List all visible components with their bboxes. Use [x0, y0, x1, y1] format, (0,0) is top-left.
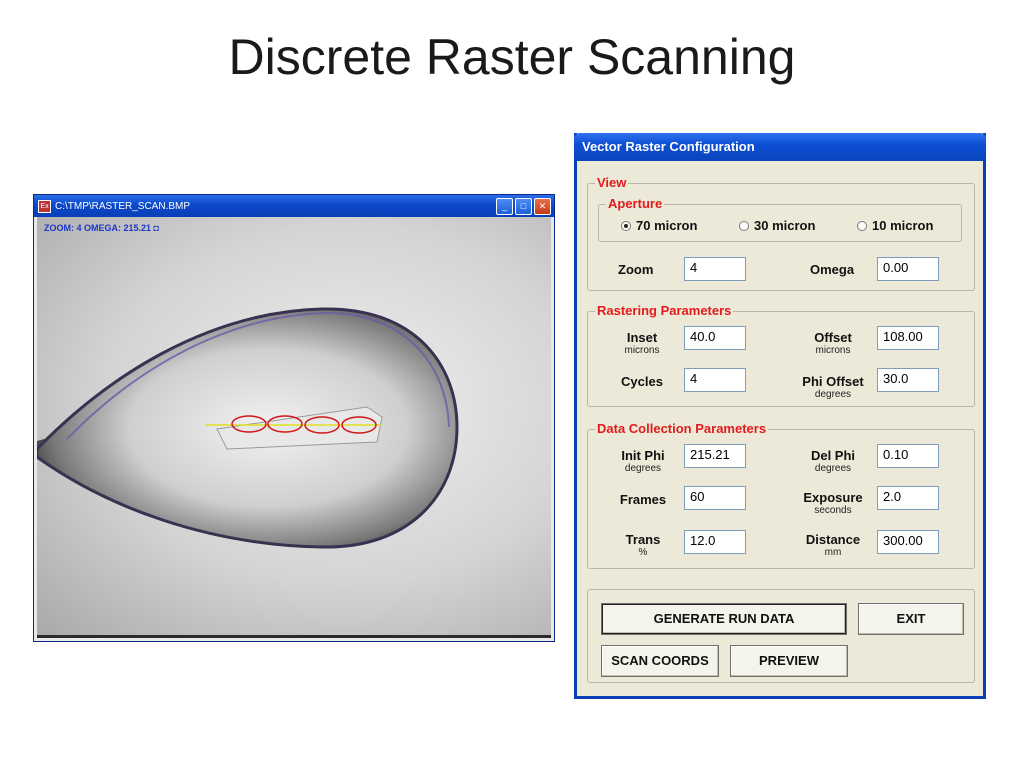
button-panel: GENERATE RUN DATA EXIT SCAN COORDS PREVI… — [587, 589, 975, 683]
image-window-title: C:\TMP\RASTER_SCAN.BMP — [55, 200, 191, 212]
image-viewer-window: Ex C:\TMP\RASTER_SCAN.BMP _ □ ✕ ZOOM: 4 … — [34, 195, 554, 641]
offset-label: Offset microns — [803, 330, 863, 357]
offset-field[interactable]: 108.00 — [877, 326, 939, 350]
cycles-label: Cycles — [621, 374, 663, 389]
frames-label: Frames — [619, 492, 667, 507]
slide-title: Discrete Raster Scanning — [228, 29, 796, 85]
exit-button[interactable]: EXIT — [858, 603, 964, 635]
zoom-label: Zoom — [618, 262, 654, 277]
aperture-legend: Aperture — [606, 196, 665, 212]
image-window-titlebar[interactable]: Ex C:\TMP\RASTER_SCAN.BMP _ □ ✕ — [34, 195, 554, 217]
vector-raster-dialog: Vector Raster Configuration View Apertur… — [574, 133, 986, 699]
rastering-legend: Rastering Parameters — [595, 303, 734, 319]
crystal-image[interactable]: ZOOM: 4 OMEGA: 215.21 ◘ — [37, 217, 551, 635]
inset-unit: microns — [624, 345, 660, 356]
exposure-field[interactable]: 2.0 — [877, 486, 939, 510]
trans-label: Trans % — [608, 532, 678, 559]
aperture-70-label: 70 micron — [636, 218, 698, 233]
phi-offset-field[interactable]: 30.0 — [877, 368, 939, 392]
zoom-omega-readout: ZOOM: 4 OMEGA: 215.21 ◘ — [44, 223, 159, 233]
data-collection-group: Data Collection Parameters Init Phi degr… — [587, 421, 975, 569]
crystal-loop-graphic — [37, 307, 459, 549]
aperture-70-radio[interactable]: 70 micron — [621, 218, 697, 233]
distance-field[interactable]: 300.00 — [877, 530, 939, 554]
omega-field[interactable]: 0.00 — [877, 257, 939, 281]
cycles-field[interactable]: 4 — [684, 368, 746, 392]
dialog-titlebar[interactable]: Vector Raster Configuration — [574, 133, 986, 161]
status-strip — [37, 635, 551, 638]
init-phi-label: Init Phi degrees — [608, 448, 678, 475]
view-group: View Aperture 70 micron 30 micron 10 mic… — [587, 175, 975, 291]
inset-field[interactable]: 40.0 — [684, 326, 746, 350]
del-phi-label: Del Phi degrees — [796, 448, 870, 475]
phi-offset-label: Phi Offset degrees — [793, 374, 873, 401]
frames-field[interactable]: 60 — [684, 486, 746, 510]
trans-field[interactable]: 12.0 — [684, 530, 746, 554]
radio-selected-icon — [621, 220, 631, 231]
aperture-group: Aperture 70 micron 30 micron 10 micron — [598, 196, 962, 242]
radio-icon — [857, 220, 867, 231]
zoom-field[interactable]: 4 — [684, 257, 746, 281]
del-phi-unit: degrees — [814, 463, 852, 474]
distance-label: Distance mm — [796, 532, 870, 559]
aperture-10-label: 10 micron — [872, 218, 934, 233]
aperture-30-radio[interactable]: 30 micron — [739, 218, 815, 233]
app-icon: Ex — [38, 199, 51, 213]
phi-offset-unit: degrees — [814, 389, 852, 400]
rastering-parameters-group: Rastering Parameters Inset microns 40.0 … — [587, 303, 975, 407]
aperture-30-label: 30 micron — [754, 218, 816, 233]
close-button[interactable]: ✕ — [534, 198, 551, 215]
trans-unit: % — [638, 547, 648, 558]
init-phi-unit: degrees — [624, 463, 662, 474]
distance-unit: mm — [824, 547, 842, 558]
aperture-10-radio[interactable]: 10 micron — [857, 218, 933, 233]
minimize-button[interactable]: _ — [496, 198, 513, 215]
maximize-button[interactable]: □ — [515, 198, 532, 215]
view-legend: View — [595, 175, 629, 191]
data-collection-legend: Data Collection Parameters — [595, 421, 769, 437]
preview-button[interactable]: PREVIEW — [730, 645, 848, 677]
exposure-label: Exposure seconds — [796, 490, 870, 517]
omega-label: Omega — [810, 262, 855, 277]
init-phi-field[interactable]: 215.21 — [684, 444, 746, 468]
scan-coords-button[interactable]: SCAN COORDS — [601, 645, 719, 677]
del-phi-field[interactable]: 0.10 — [877, 444, 939, 468]
generate-run-data-button[interactable]: GENERATE RUN DATA — [601, 603, 847, 635]
radio-icon — [739, 220, 749, 231]
exposure-unit: seconds — [814, 505, 852, 516]
offset-unit: microns — [815, 345, 851, 356]
inset-label: Inset microns — [612, 330, 672, 357]
